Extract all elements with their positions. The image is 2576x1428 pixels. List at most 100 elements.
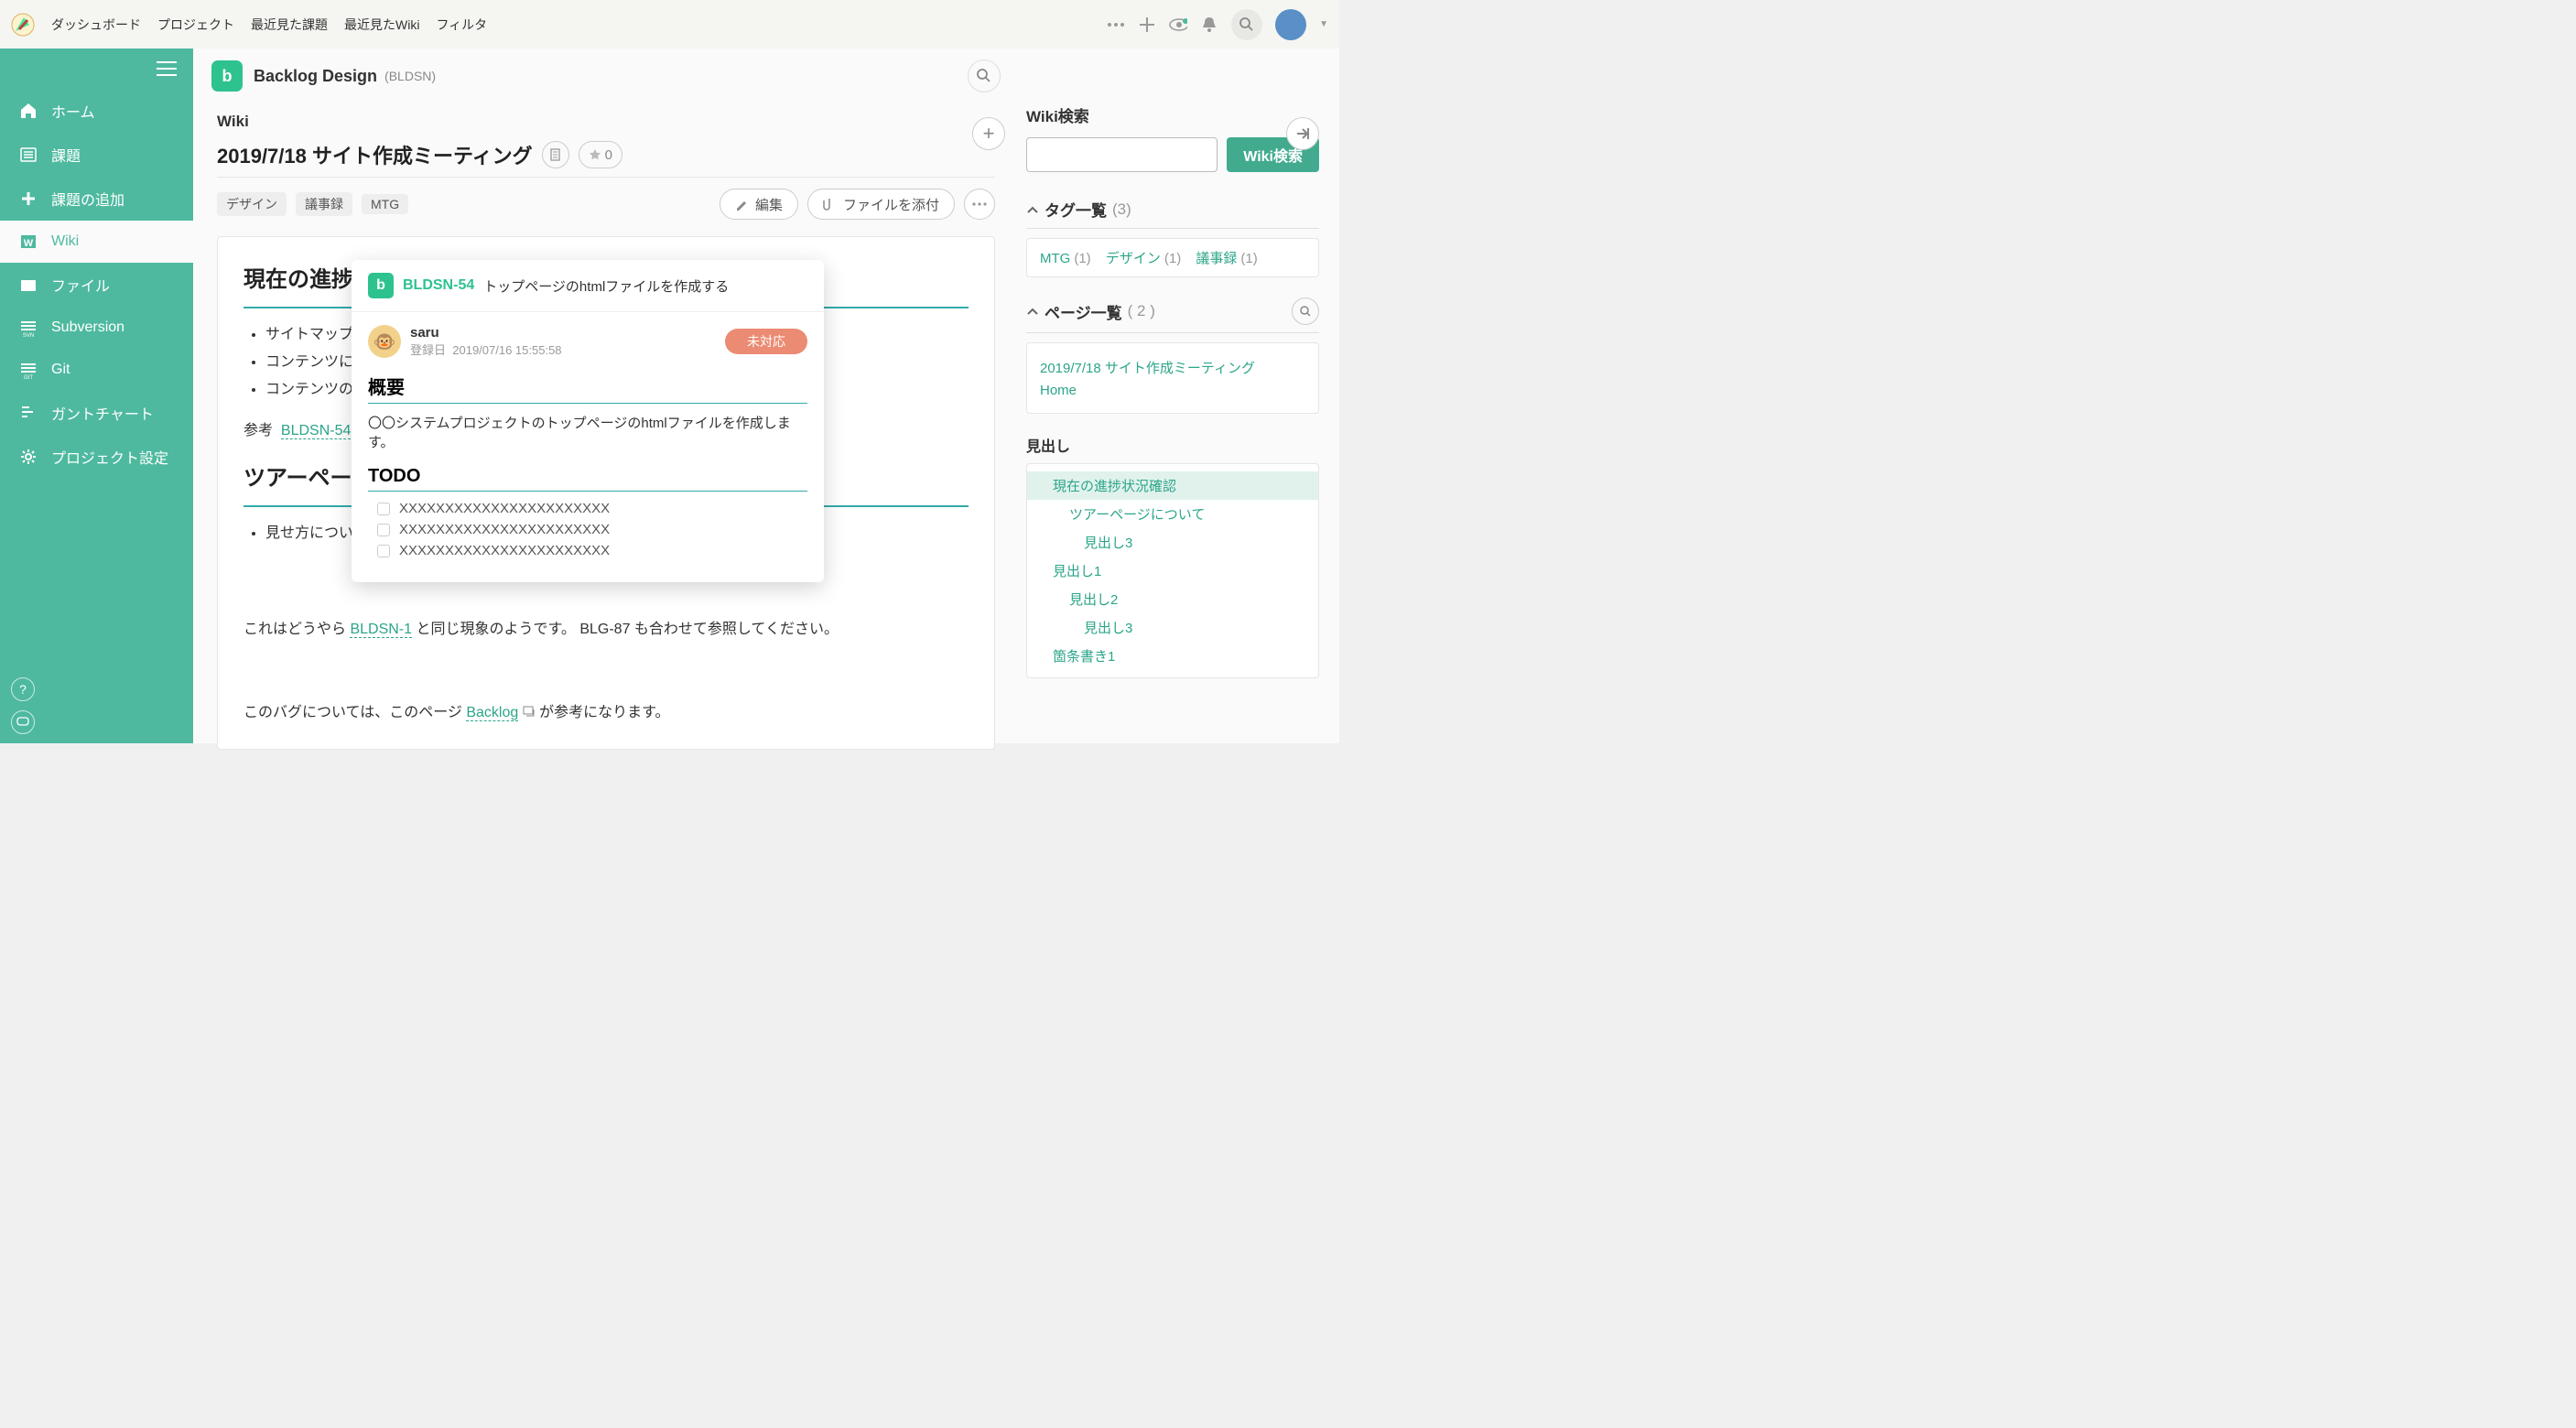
body-text: これはどうやら BLDSN-1 と同じ現象のようです。 BLG-87 も合わせて… [244,616,969,644]
checkbox[interactable] [377,545,390,557]
popup-heading: TODO [368,466,807,492]
section-title: Wiki [217,113,995,131]
outline-title: 見出し [1026,434,1319,456]
sidebar-item-git[interactable]: GIT Git [0,349,193,391]
pages-panel-header[interactable]: ページ一覧 ( 2 ) [1026,298,1319,333]
issue-link[interactable]: BLDSN-1 [350,622,412,638]
right-sidebar: Wiki検索 Wiki検索 タグ一覧 (3) MTG(1) デザイン(1) 議事… [1019,49,1339,743]
page-link[interactable]: Home [1040,383,1305,398]
nav-dashboard[interactable]: ダッシュボード [51,16,141,34]
project-header: b Backlog Design (BLDSN) [193,49,1019,103]
attach-button[interactable]: ファイルを添付 [807,189,955,220]
external-link[interactable]: Backlog [466,705,518,721]
project-search-icon[interactable] [968,60,1001,92]
user-menu-caret-icon[interactable]: ▼ [1319,19,1328,29]
sidebar-item-label: Wiki [51,233,79,250]
sidebar: ホーム 課題 課題の追加 W Wiki ファイル SVNSubversion GI… [0,49,193,743]
sidebar-item-label: ファイル [51,274,110,296]
wiki-icon: W [18,232,38,252]
outline-item[interactable]: ツアーページについて [1027,500,1318,528]
todo-item: XXXXXXXXXXXXXXXXXXXXXXX [377,543,807,558]
chat-icon[interactable] [11,710,35,734]
svn-icon: SVN [18,318,38,338]
bell-icon[interactable] [1200,16,1218,34]
global-search-icon[interactable] [1231,9,1262,40]
outline-item[interactable]: 箇条書き1 [1027,642,1318,670]
outline-item[interactable]: 見出し3 [1027,528,1318,557]
more-icon[interactable] [1107,16,1125,34]
help-icon[interactable]: ? [11,677,35,701]
sidebar-item-add-issue[interactable]: 課題の追加 [0,177,193,221]
todo-item: XXXXXXXXXXXXXXXXXXXXXXX [377,501,807,516]
edit-button[interactable]: 編集 [720,189,798,220]
nav-recent-wiki[interactable]: 最近見たWiki [344,16,419,34]
sidebar-item-issues[interactable]: 課題 [0,133,193,177]
tag[interactable]: 議事録 [296,192,352,216]
nav-projects[interactable]: プロジェクト [157,16,234,34]
tags-panel-header[interactable]: タグ一覧 (3) [1026,198,1319,229]
tag[interactable]: デザイン [217,192,287,216]
sidebar-item-label: Git [51,362,70,378]
sidebar-item-home[interactable]: ホーム [0,89,193,133]
popup-text: 〇〇システムプロジェクトのトップページのhtmlファイルを作成します。 [368,413,807,451]
outline-item[interactable]: 見出し3 [1027,613,1318,642]
star-count: 0 [605,147,612,163]
sidebar-item-svn[interactable]: SVNSubversion [0,307,193,349]
checkbox[interactable] [377,524,390,536]
gear-icon [18,447,38,467]
issue-link[interactable]: BLDSN-54 [281,423,351,439]
top-right: ▼ [1107,9,1328,40]
search-title: Wiki検索 [1026,103,1319,126]
plus-icon [18,189,38,209]
user-name: saru [410,325,562,341]
tag-link[interactable]: 議事録 [1196,251,1237,266]
sidebar-item-label: ガントチャート [51,402,154,424]
issue-meta: 🐵 saru 登録日 2019/07/16 15:55:58 未対応 [368,325,807,358]
copy-icon[interactable] [542,141,569,168]
toolbar: デザイン 議事録 MTG 編集 ファイルを添付 [217,189,995,220]
list-icon [18,145,38,165]
wiki-search-input[interactable] [1026,137,1218,172]
tag-link[interactable]: デザイン [1106,251,1161,266]
popup-heading: 概要 [368,373,807,404]
add-icon[interactable] [1138,16,1156,34]
collapse-sidebar-button[interactable] [1286,117,1319,150]
project-badge-icon: b [211,60,243,92]
outline-list: 現在の進捗状況確認 ツアーページについて 見出し3 見出し1 見出し2 見出し3… [1026,463,1319,678]
svg-text:W: W [24,238,34,249]
nav-filters[interactable]: フィルタ [436,16,487,34]
add-wiki-button[interactable]: + [972,117,1005,150]
outline-item[interactable]: 現在の進捗状況確認 [1027,471,1318,500]
sidebar-item-label: ホーム [51,100,95,122]
sidebar-toggle[interactable] [0,49,193,89]
outline-item[interactable]: 見出し2 [1027,585,1318,613]
checkbox[interactable] [377,503,390,515]
outline-item[interactable]: 見出し1 [1027,557,1318,585]
star-button[interactable]: 0 [579,141,622,168]
sidebar-item-gantt[interactable]: ガントチャート [0,391,193,435]
issue-date: 登録日 2019/07/16 15:55:58 [410,341,562,358]
top-nav: ダッシュボード プロジェクト 最近見た課題 最近見たWiki フィルタ ▼ [0,0,1339,49]
page-link[interactable]: 2019/7/18 サイト作成ミーティング [1040,358,1305,377]
git-icon: GIT [18,360,38,380]
tag-list: MTG(1) デザイン(1) 議事録(1) [1026,238,1319,277]
sidebar-item-files[interactable]: ファイル [0,263,193,307]
issue-key[interactable]: BLDSN-54 [403,277,474,294]
sidebar-bottom: ? [11,677,35,734]
page-list: 2019/7/18 サイト作成ミーティング Home [1026,342,1319,414]
page-list-search-icon[interactable] [1292,298,1319,325]
sidebar-item-settings[interactable]: プロジェクト設定 [0,435,193,479]
sidebar-item-label: 課題 [51,144,81,166]
sidebar-item-wiki[interactable]: W Wiki [0,221,193,263]
svg-text:GIT: GIT [24,375,33,379]
app-logo[interactable] [11,13,35,37]
nav-recent-issues[interactable]: 最近見た課題 [251,16,328,34]
more-button[interactable] [964,189,995,220]
watch-icon[interactable] [1169,16,1187,34]
tag[interactable]: MTG [362,194,408,214]
tag-link[interactable]: MTG [1040,251,1070,266]
gantt-icon [18,403,38,423]
home-icon [18,101,38,121]
user-avatar[interactable] [1275,9,1306,40]
project-badge-icon: b [368,273,394,298]
